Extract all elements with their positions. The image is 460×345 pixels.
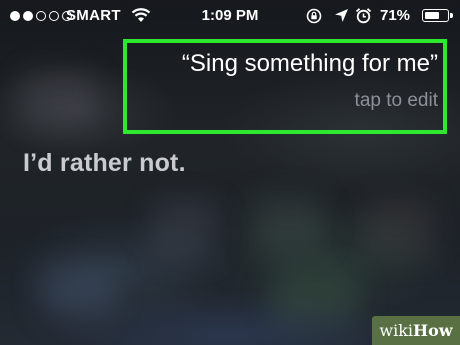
battery-icon <box>422 9 453 22</box>
siri-query-text[interactable]: “Sing something for me” <box>182 50 438 78</box>
battery-percentage: 71% <box>380 7 411 24</box>
siri-response-text: I’d rather not. <box>23 149 186 177</box>
wikihow-watermark: wikiHow <box>372 316 460 345</box>
tap-to-edit-hint[interactable]: tap to edit <box>355 90 438 112</box>
status-bar: SMART 1:09 PM 71% <box>0 0 460 32</box>
alarm-icon <box>355 8 372 24</box>
battery-level-fill <box>425 12 440 19</box>
location-icon <box>335 9 348 22</box>
rotation-lock-icon <box>306 8 322 24</box>
